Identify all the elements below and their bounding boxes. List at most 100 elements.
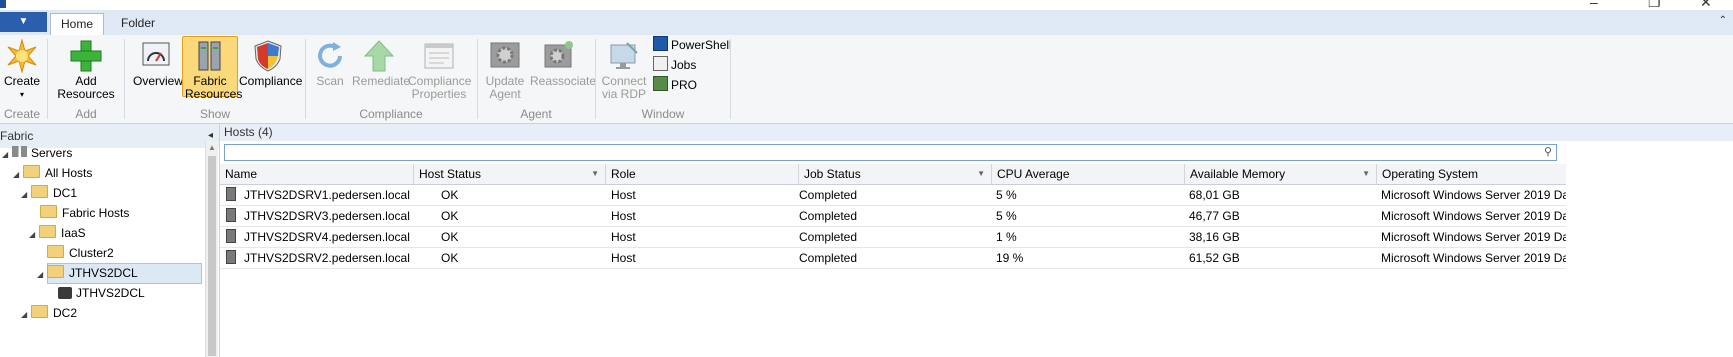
fabric-resources-label: Fabric Resources [185, 74, 243, 101]
compliance-properties-label: Compliance Properties [408, 74, 472, 101]
folder-icon [40, 205, 57, 218]
connect-via-rdp-label: Connect via RDP [601, 74, 647, 101]
search-input[interactable]: ⚲ [224, 144, 1557, 161]
cell-cpu-average: 1 % [996, 230, 1017, 244]
tree-item-dc2[interactable]: ◢ DC2 [21, 304, 77, 323]
cell-job-status: Completed [799, 230, 858, 244]
table-row[interactable]: JTHVS2DSRV3.pedersen.local OK Host Compl… [220, 206, 1566, 227]
cell-available-memory: 38,16 GB [1189, 230, 1240, 244]
tab-home[interactable]: Home [50, 13, 105, 36]
tree-item-label: DC1 [53, 186, 78, 200]
collapse-triangle-icon[interactable]: ◢ [21, 305, 31, 324]
navigation-scrollbar[interactable]: ▲ [205, 141, 218, 357]
column-header-job-status[interactable]: Job Status ▼ [799, 164, 992, 184]
create-button[interactable]: Create ▾ [2, 37, 42, 101]
tree-item-servers[interactable]: ◢ Servers [2, 144, 72, 163]
column-header-label: Operating System [1382, 167, 1479, 181]
column-header-available-memory[interactable]: Available Memory ▼ [1185, 164, 1377, 184]
tree-item-cluster2[interactable]: Cluster2 [47, 244, 114, 263]
collapse-triangle-icon[interactable]: ◢ [13, 165, 23, 184]
table-row[interactable]: JTHVS2DSRV2.pedersen.local OK Host Compl… [220, 248, 1566, 269]
scroll-up-icon[interactable]: ▲ [208, 143, 216, 152]
cell-job-status: Completed [799, 251, 858, 265]
tab-folder[interactable]: Folder [111, 13, 165, 35]
separator [477, 39, 478, 119]
fabric-resources-button[interactable]: Fabric Resources [182, 36, 242, 101]
tree-item-jthvs2dcl-cluster[interactable]: JTHVS2DCL [58, 284, 145, 303]
collapse-triangle-icon[interactable]: ◢ [2, 145, 12, 164]
starburst-icon [5, 38, 39, 74]
cell-role: Host [611, 251, 636, 265]
separator [595, 39, 596, 119]
folder-icon [39, 225, 56, 238]
jobs-button[interactable]: Jobs [653, 56, 696, 74]
cell-operating-system: Microsoft Windows Server 2019 Data... [1381, 188, 1566, 202]
filter-dropdown-icon[interactable]: ▼ [1362, 164, 1370, 184]
tree-item-label: Servers [31, 146, 73, 160]
scrollbar-thumb[interactable] [208, 156, 216, 356]
cell-operating-system: Microsoft Windows Server 2019 Data... [1381, 251, 1566, 265]
column-header-role[interactable]: Role [606, 164, 799, 184]
server-icon [226, 208, 236, 222]
file-menu-button[interactable]: ▼ [0, 12, 47, 32]
collapse-ribbon-icon[interactable]: ⌃ [1719, 15, 1727, 26]
tree-item-jthvs2dcl-folder[interactable]: ◢ JTHVS2DCL [37, 264, 138, 283]
refresh-icon [313, 39, 347, 73]
table-row[interactable]: JTHVS2DSRV1.pedersen.local OK Host Compl… [220, 185, 1566, 206]
pro-label: PRO [671, 78, 698, 92]
overview-button[interactable]: Overview [133, 37, 183, 88]
cell-name-text: JTHVS2DSRV1.pedersen.local [244, 188, 410, 202]
group-label-window: Window [641, 107, 685, 121]
cell-operating-system: Microsoft Windows Server 2019 Data... [1381, 209, 1566, 223]
folder-icon [31, 305, 48, 318]
cell-cpu-average: 19 % [996, 251, 1024, 265]
reassociate-agent-icon [542, 39, 576, 73]
compliance-label: Compliance [239, 74, 303, 88]
search-icon[interactable]: ⚲ [1544, 145, 1552, 158]
cell-cpu-average: 5 % [996, 209, 1017, 223]
column-header-host-status[interactable]: Host Status ▼ [414, 164, 606, 184]
hosts-pane-header: Hosts (4) [220, 124, 1733, 141]
reassociate-label: Reassociate [530, 74, 597, 88]
cell-name: JTHVS2DSRV4.pedersen.local [226, 227, 412, 247]
minimize-button[interactable]: – [1590, 0, 1598, 10]
connect-via-rdp-button[interactable]: Connect via RDP [601, 37, 647, 101]
filter-dropdown-icon[interactable]: ▼ [591, 164, 599, 184]
cell-name-text: JTHVS2DSRV3.pedersen.local [244, 209, 410, 223]
jobs-icon [653, 56, 668, 71]
column-header-label: Available Memory [1190, 167, 1286, 181]
cell-name: JTHVS2DSRV1.pedersen.local [226, 185, 412, 205]
shield-icon [251, 39, 285, 73]
compliance-button[interactable]: Compliance [239, 37, 303, 88]
collapse-triangle-icon[interactable]: ◢ [37, 265, 47, 284]
cell-operating-system: Microsoft Windows Server 2019 Data... [1381, 230, 1566, 244]
tree-item-fabric-hosts[interactable]: Fabric Hosts [40, 204, 129, 223]
column-header-name[interactable]: Name [220, 164, 414, 184]
remediate-button[interactable]: Remediate [352, 37, 410, 88]
create-label: Create [3, 74, 41, 88]
filter-dropdown-icon[interactable]: ▼ [977, 164, 985, 184]
scan-button[interactable]: Scan [313, 37, 347, 88]
collapse-triangle-icon[interactable]: ◢ [29, 225, 39, 244]
reassociate-button[interactable]: Reassociate [530, 37, 597, 88]
update-agent-button[interactable]: Update Agent [483, 37, 527, 101]
separator [305, 39, 306, 119]
tree-item-label: DC2 [53, 306, 78, 320]
powershell-button[interactable]: PowerShell [653, 36, 732, 54]
cell-available-memory: 46,77 GB [1189, 209, 1240, 223]
compliance-properties-button[interactable]: Compliance Properties [408, 37, 472, 101]
pro-button[interactable]: PRO [653, 76, 697, 94]
collapse-triangle-icon[interactable]: ◢ [21, 185, 31, 204]
tree-item-all-hosts[interactable]: ◢ All Hosts [13, 164, 92, 183]
add-resources-button[interactable]: Add Resources [55, 37, 117, 101]
up-arrow-icon [362, 39, 396, 73]
tree-item-dc1[interactable]: ◢ DC1 [21, 184, 77, 203]
column-header-cpu-average[interactable]: CPU Average [992, 164, 1185, 184]
servers-icon [12, 146, 28, 157]
cell-host-status: OK [441, 188, 459, 202]
table-row[interactable]: JTHVS2DSRV4.pedersen.local OK Host Compl… [220, 227, 1566, 248]
tree-item-iaas[interactable]: ◢ IaaS [29, 224, 86, 243]
cell-role: Host [611, 188, 636, 202]
separator [47, 39, 48, 119]
column-header-operating-system[interactable]: Operating System [1377, 164, 1566, 184]
